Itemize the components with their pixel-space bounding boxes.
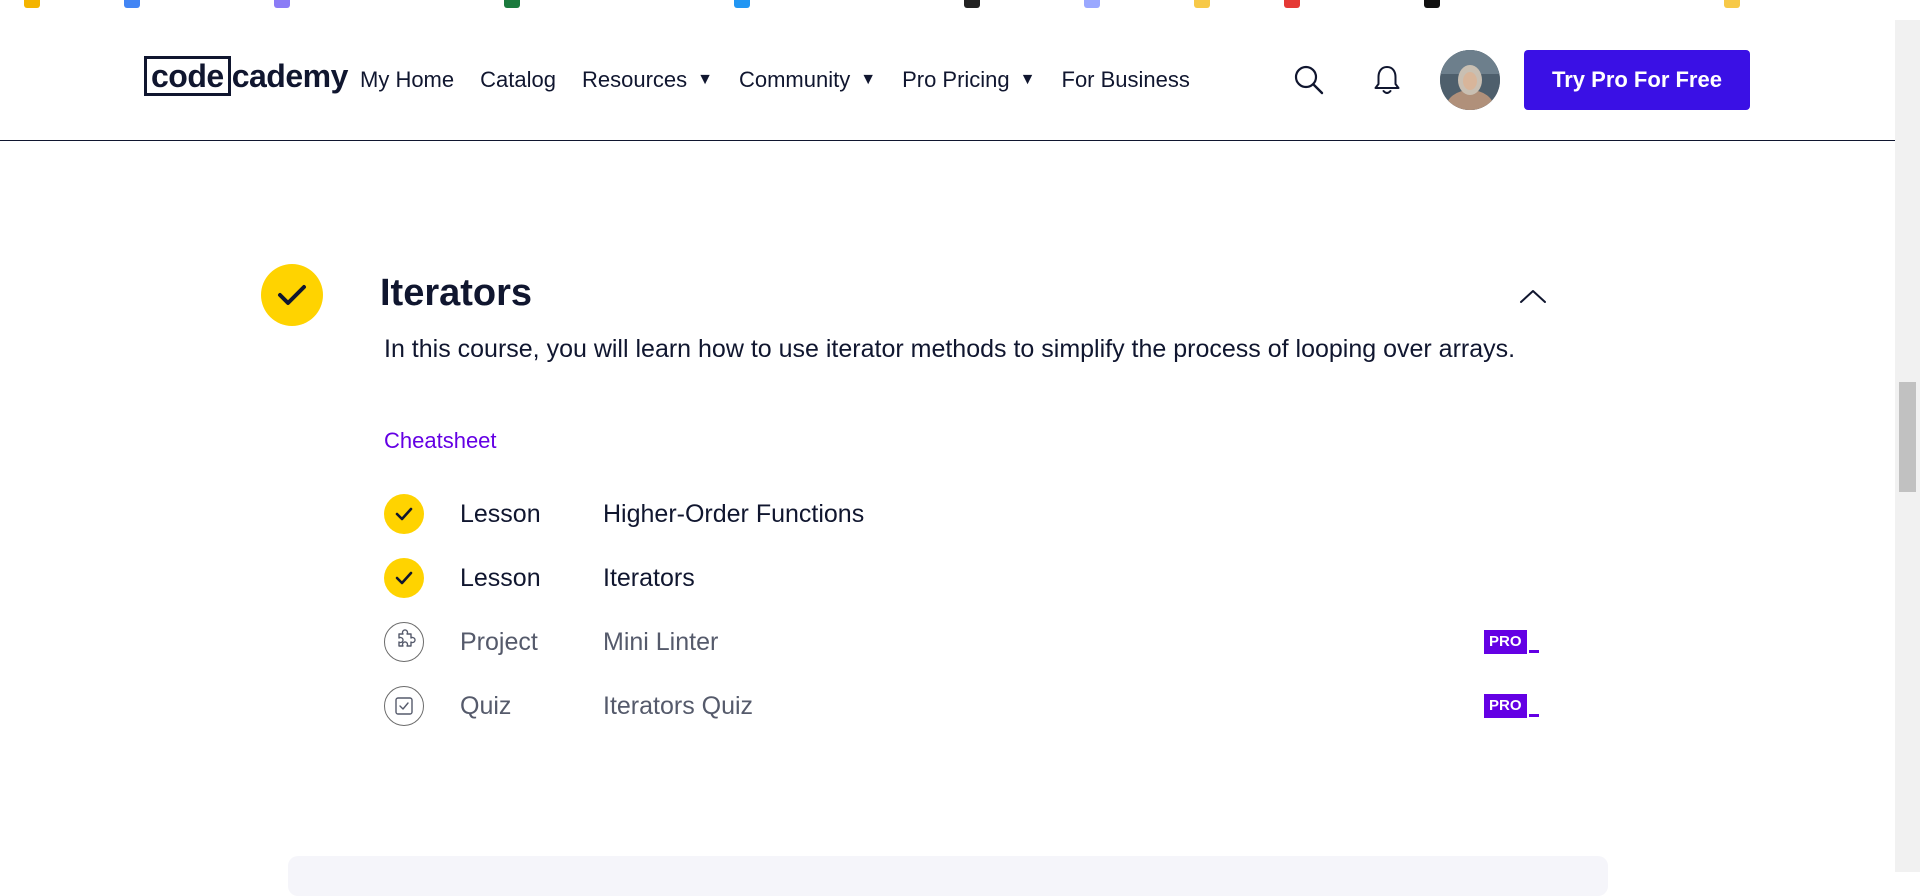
bookmarks-bar bbox=[0, 0, 1895, 21]
content-row-project[interactable]: Project Mini Linter PRO bbox=[384, 610, 1544, 674]
nav-item-pro-pricing[interactable]: Pro Pricing ▼ bbox=[902, 67, 1035, 93]
pro-label: PRO bbox=[1484, 694, 1527, 718]
content-name[interactable]: Iterators bbox=[603, 564, 695, 593]
caret-down-icon: ▼ bbox=[1019, 71, 1036, 88]
nav-item-resources[interactable]: Resources ▼ bbox=[582, 67, 713, 93]
bookmark-icon[interactable] bbox=[504, 0, 520, 8]
module-complete-check-icon bbox=[261, 264, 323, 326]
pro-underline bbox=[1528, 650, 1539, 653]
bookmark-icon[interactable] bbox=[274, 0, 290, 8]
logo-code-box: code bbox=[144, 56, 231, 96]
search-icon bbox=[1294, 65, 1324, 95]
bookmark-icon[interactable] bbox=[964, 0, 980, 8]
search-button[interactable] bbox=[1289, 60, 1329, 100]
nav-label: Catalog bbox=[480, 67, 556, 92]
main-nav: My Home Catalog Resources ▼ Community ▼ Pr… bbox=[360, 60, 1216, 100]
pro-label: PRO bbox=[1484, 630, 1527, 654]
content-row-lesson[interactable]: Lesson Iterators bbox=[384, 546, 1544, 610]
notifications-button[interactable] bbox=[1367, 60, 1407, 100]
page-scrollbar[interactable] bbox=[1895, 20, 1920, 872]
content-name[interactable]: Mini Linter bbox=[603, 628, 718, 657]
puzzle-icon bbox=[384, 622, 424, 662]
caret-down-icon: ▼ bbox=[860, 71, 877, 88]
nav-item-for-business[interactable]: For Business bbox=[1062, 67, 1190, 93]
bookmark-icon[interactable] bbox=[1724, 0, 1740, 8]
bookmark-icon[interactable] bbox=[1194, 0, 1210, 8]
content-name[interactable]: Higher-Order Functions bbox=[603, 500, 864, 529]
nav-item-my-home[interactable]: My Home bbox=[360, 67, 454, 93]
content-type: Quiz bbox=[460, 691, 512, 720]
nav-item-catalog[interactable]: Catalog bbox=[480, 67, 556, 93]
user-avatar[interactable] bbox=[1440, 50, 1500, 110]
content-row-lesson[interactable]: Lesson Higher-Order Functions bbox=[384, 482, 1544, 546]
codecademy-logo[interactable]: code cademy bbox=[144, 56, 348, 96]
bookmark-icon[interactable] bbox=[1284, 0, 1300, 8]
scrollbar-thumb[interactable] bbox=[1899, 382, 1916, 492]
avatar-image bbox=[1440, 50, 1500, 110]
pro-badge: PRO bbox=[1484, 694, 1539, 718]
completed-check-icon bbox=[384, 494, 424, 534]
pro-badge: PRO bbox=[1484, 630, 1539, 654]
nav-label: My Home bbox=[360, 67, 455, 92]
try-pro-button[interactable]: Try Pro For Free bbox=[1524, 50, 1750, 110]
module-description: In this course, you will learn how to us… bbox=[384, 335, 1516, 363]
module-title: Iterators bbox=[380, 272, 533, 314]
bookmark-icon[interactable] bbox=[734, 0, 750, 8]
content-type: Lesson bbox=[460, 499, 541, 528]
site-header: code cademy My Home Catalog Resources ▼ Co… bbox=[0, 20, 1895, 141]
pro-underline bbox=[1528, 714, 1539, 717]
nav-label: Resources bbox=[581, 67, 688, 92]
bell-icon bbox=[1374, 66, 1400, 94]
completed-check-icon bbox=[384, 558, 424, 598]
cheatsheet-link[interactable]: Cheatsheet bbox=[384, 428, 497, 454]
nav-item-community[interactable]: Community ▼ bbox=[739, 67, 876, 93]
bookmark-icon[interactable] bbox=[24, 0, 40, 8]
nav-label: For Business bbox=[1061, 67, 1190, 92]
bookmark-icon[interactable] bbox=[124, 0, 140, 8]
bookmark-icon[interactable] bbox=[1424, 0, 1440, 8]
collapse-chevron-up-icon[interactable] bbox=[1518, 286, 1548, 306]
content-name[interactable]: Iterators Quiz bbox=[603, 692, 753, 721]
nav-label: Pro Pricing bbox=[902, 67, 1010, 92]
module-content-list: Lesson Higher-Order Functions Lesson Ite… bbox=[384, 482, 1544, 738]
content-type: Project bbox=[460, 627, 538, 656]
nav-label: Community bbox=[738, 67, 851, 92]
content-type: Lesson bbox=[460, 563, 541, 592]
content-row-quiz[interactable]: Quiz Iterators Quiz PRO bbox=[384, 674, 1544, 738]
quiz-icon bbox=[384, 686, 424, 726]
next-section-card bbox=[288, 856, 1608, 896]
logo-text: cademy bbox=[231, 57, 349, 94]
bookmark-icon[interactable] bbox=[1084, 0, 1100, 8]
caret-down-icon: ▼ bbox=[697, 71, 713, 88]
